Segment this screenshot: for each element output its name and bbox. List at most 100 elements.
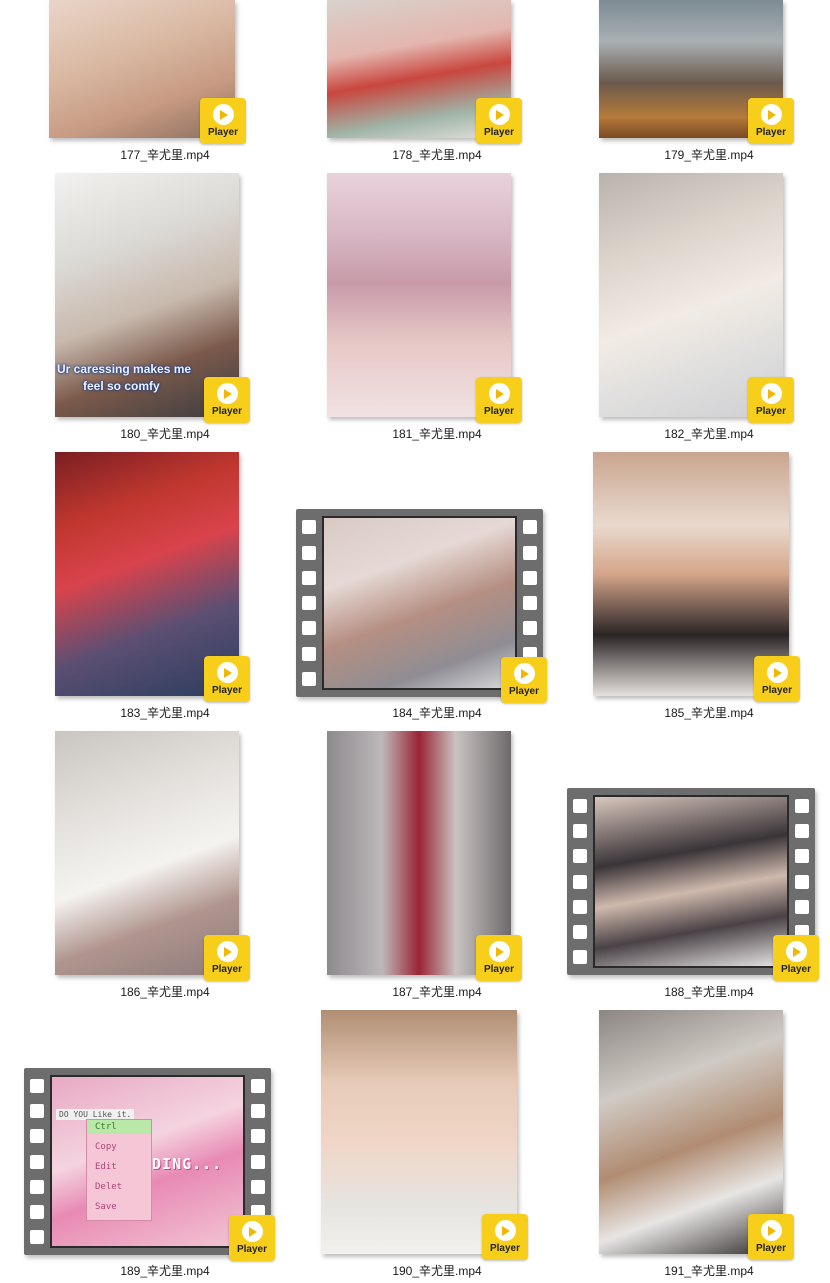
file-name[interactable]: 182_辛尤里.mp4 — [571, 427, 830, 441]
file-name[interactable]: 181_辛尤里.mp4 — [299, 427, 575, 441]
player-button[interactable]: Player — [200, 98, 246, 144]
player-button[interactable]: Player — [748, 98, 794, 144]
play-icon — [216, 941, 238, 962]
film-hole — [795, 849, 809, 864]
file-name[interactable]: 185_辛尤里.mp4 — [571, 706, 830, 720]
file-name[interactable]: 189_辛尤里.mp4 — [27, 1264, 303, 1278]
player-button[interactable]: Player — [476, 377, 522, 423]
play-icon — [760, 383, 782, 404]
film-hole — [302, 570, 316, 585]
file-name[interactable]: 179_辛尤里.mp4 — [571, 148, 830, 162]
film-hole — [795, 799, 809, 814]
player-button[interactable]: Player — [204, 656, 250, 702]
film-hole — [573, 924, 587, 939]
context-menu: Ctrl Copy Edit Delet Save — [86, 1119, 152, 1221]
video-caption-line: Ur caressing makes me — [57, 362, 192, 376]
player-button[interactable]: Player — [773, 935, 819, 981]
file-name[interactable]: 187_辛尤里.mp4 — [299, 985, 575, 999]
film-hole — [573, 849, 587, 864]
player-label: Player — [755, 406, 787, 417]
film-hole — [523, 570, 537, 585]
film-hole — [251, 1079, 265, 1094]
file-name[interactable]: 183_辛尤里.mp4 — [27, 706, 303, 720]
film-frame — [322, 516, 517, 690]
player-label: Player — [207, 127, 239, 138]
play-icon — [766, 662, 788, 683]
play-triangle-icon — [521, 668, 529, 679]
film-hole — [302, 545, 316, 560]
player-label: Player — [211, 685, 243, 696]
film-frame — [593, 795, 789, 968]
player-button[interactable]: Player — [204, 935, 250, 981]
film-hole — [30, 1129, 44, 1144]
player-button[interactable]: Player — [748, 377, 794, 423]
film-holes-left — [567, 788, 593, 975]
file-name[interactable]: 180_辛尤里.mp4 — [27, 427, 303, 441]
player-button[interactable]: Player — [501, 657, 547, 703]
thumbnail-image — [324, 518, 515, 688]
play-triangle-icon — [220, 109, 228, 120]
play-triangle-icon — [768, 388, 776, 399]
play-icon — [488, 383, 510, 404]
play-icon — [212, 104, 234, 125]
player-label: Player — [780, 964, 812, 975]
film-hole — [523, 520, 537, 535]
player-label: Player — [483, 964, 515, 975]
film-hole — [251, 1154, 265, 1169]
film-hole — [573, 874, 587, 889]
player-label: Player — [755, 1243, 787, 1254]
play-icon — [216, 662, 238, 683]
film-hole — [795, 824, 809, 839]
player-button[interactable]: Player — [748, 1214, 794, 1260]
play-icon — [488, 941, 510, 962]
film-holes-left — [24, 1068, 50, 1255]
file-name[interactable]: 184_辛尤里.mp4 — [299, 706, 575, 720]
player-button[interactable]: Player — [229, 1215, 275, 1261]
player-button[interactable]: Player — [476, 935, 522, 981]
play-icon — [785, 941, 807, 962]
player-label: Player — [483, 127, 515, 138]
film-hole — [302, 520, 316, 535]
play-triangle-icon — [496, 388, 504, 399]
play-triangle-icon — [774, 667, 782, 678]
player-label: Player — [211, 406, 243, 417]
film-hole — [30, 1104, 44, 1119]
play-icon — [216, 383, 238, 404]
film-hole — [251, 1179, 265, 1194]
play-triangle-icon — [249, 1226, 257, 1237]
context-menu-item: Save — [95, 1202, 117, 1212]
file-name[interactable]: 177_辛尤里.mp4 — [27, 148, 303, 162]
film-hole — [30, 1204, 44, 1219]
context-menu-item: Copy — [95, 1142, 117, 1152]
file-name[interactable]: 188_辛尤里.mp4 — [571, 985, 830, 999]
player-label: Player — [211, 964, 243, 975]
film-hole — [30, 1079, 44, 1094]
film-hole — [302, 621, 316, 636]
film-hole — [251, 1104, 265, 1119]
file-name[interactable]: 178_辛尤里.mp4 — [299, 148, 575, 162]
play-triangle-icon — [496, 109, 504, 120]
play-triangle-icon — [224, 667, 232, 678]
play-icon — [513, 663, 535, 684]
film-hole — [573, 824, 587, 839]
player-button[interactable]: Player — [204, 377, 250, 423]
player-label: Player — [761, 685, 793, 696]
file-name[interactable]: 191_辛尤里.mp4 — [571, 1264, 830, 1278]
film-hole — [251, 1129, 265, 1144]
context-menu-item: Ctrl — [87, 1120, 151, 1134]
file-name[interactable]: 190_辛尤里.mp4 — [299, 1264, 575, 1278]
film-hole — [30, 1179, 44, 1194]
play-icon — [494, 1220, 516, 1241]
film-hole — [795, 874, 809, 889]
film-hole — [302, 596, 316, 610]
player-button[interactable]: Player — [754, 656, 800, 702]
play-triangle-icon — [496, 946, 504, 957]
loading-text: ADING... — [142, 1155, 223, 1173]
player-button[interactable]: Player — [476, 98, 522, 144]
player-label: Player — [508, 686, 540, 697]
file-name[interactable]: 186_辛尤里.mp4 — [27, 985, 303, 999]
play-triangle-icon — [224, 388, 232, 399]
video-caption-line: feel so comfy — [83, 379, 160, 393]
player-button[interactable]: Player — [482, 1214, 528, 1260]
play-triangle-icon — [502, 1225, 510, 1236]
